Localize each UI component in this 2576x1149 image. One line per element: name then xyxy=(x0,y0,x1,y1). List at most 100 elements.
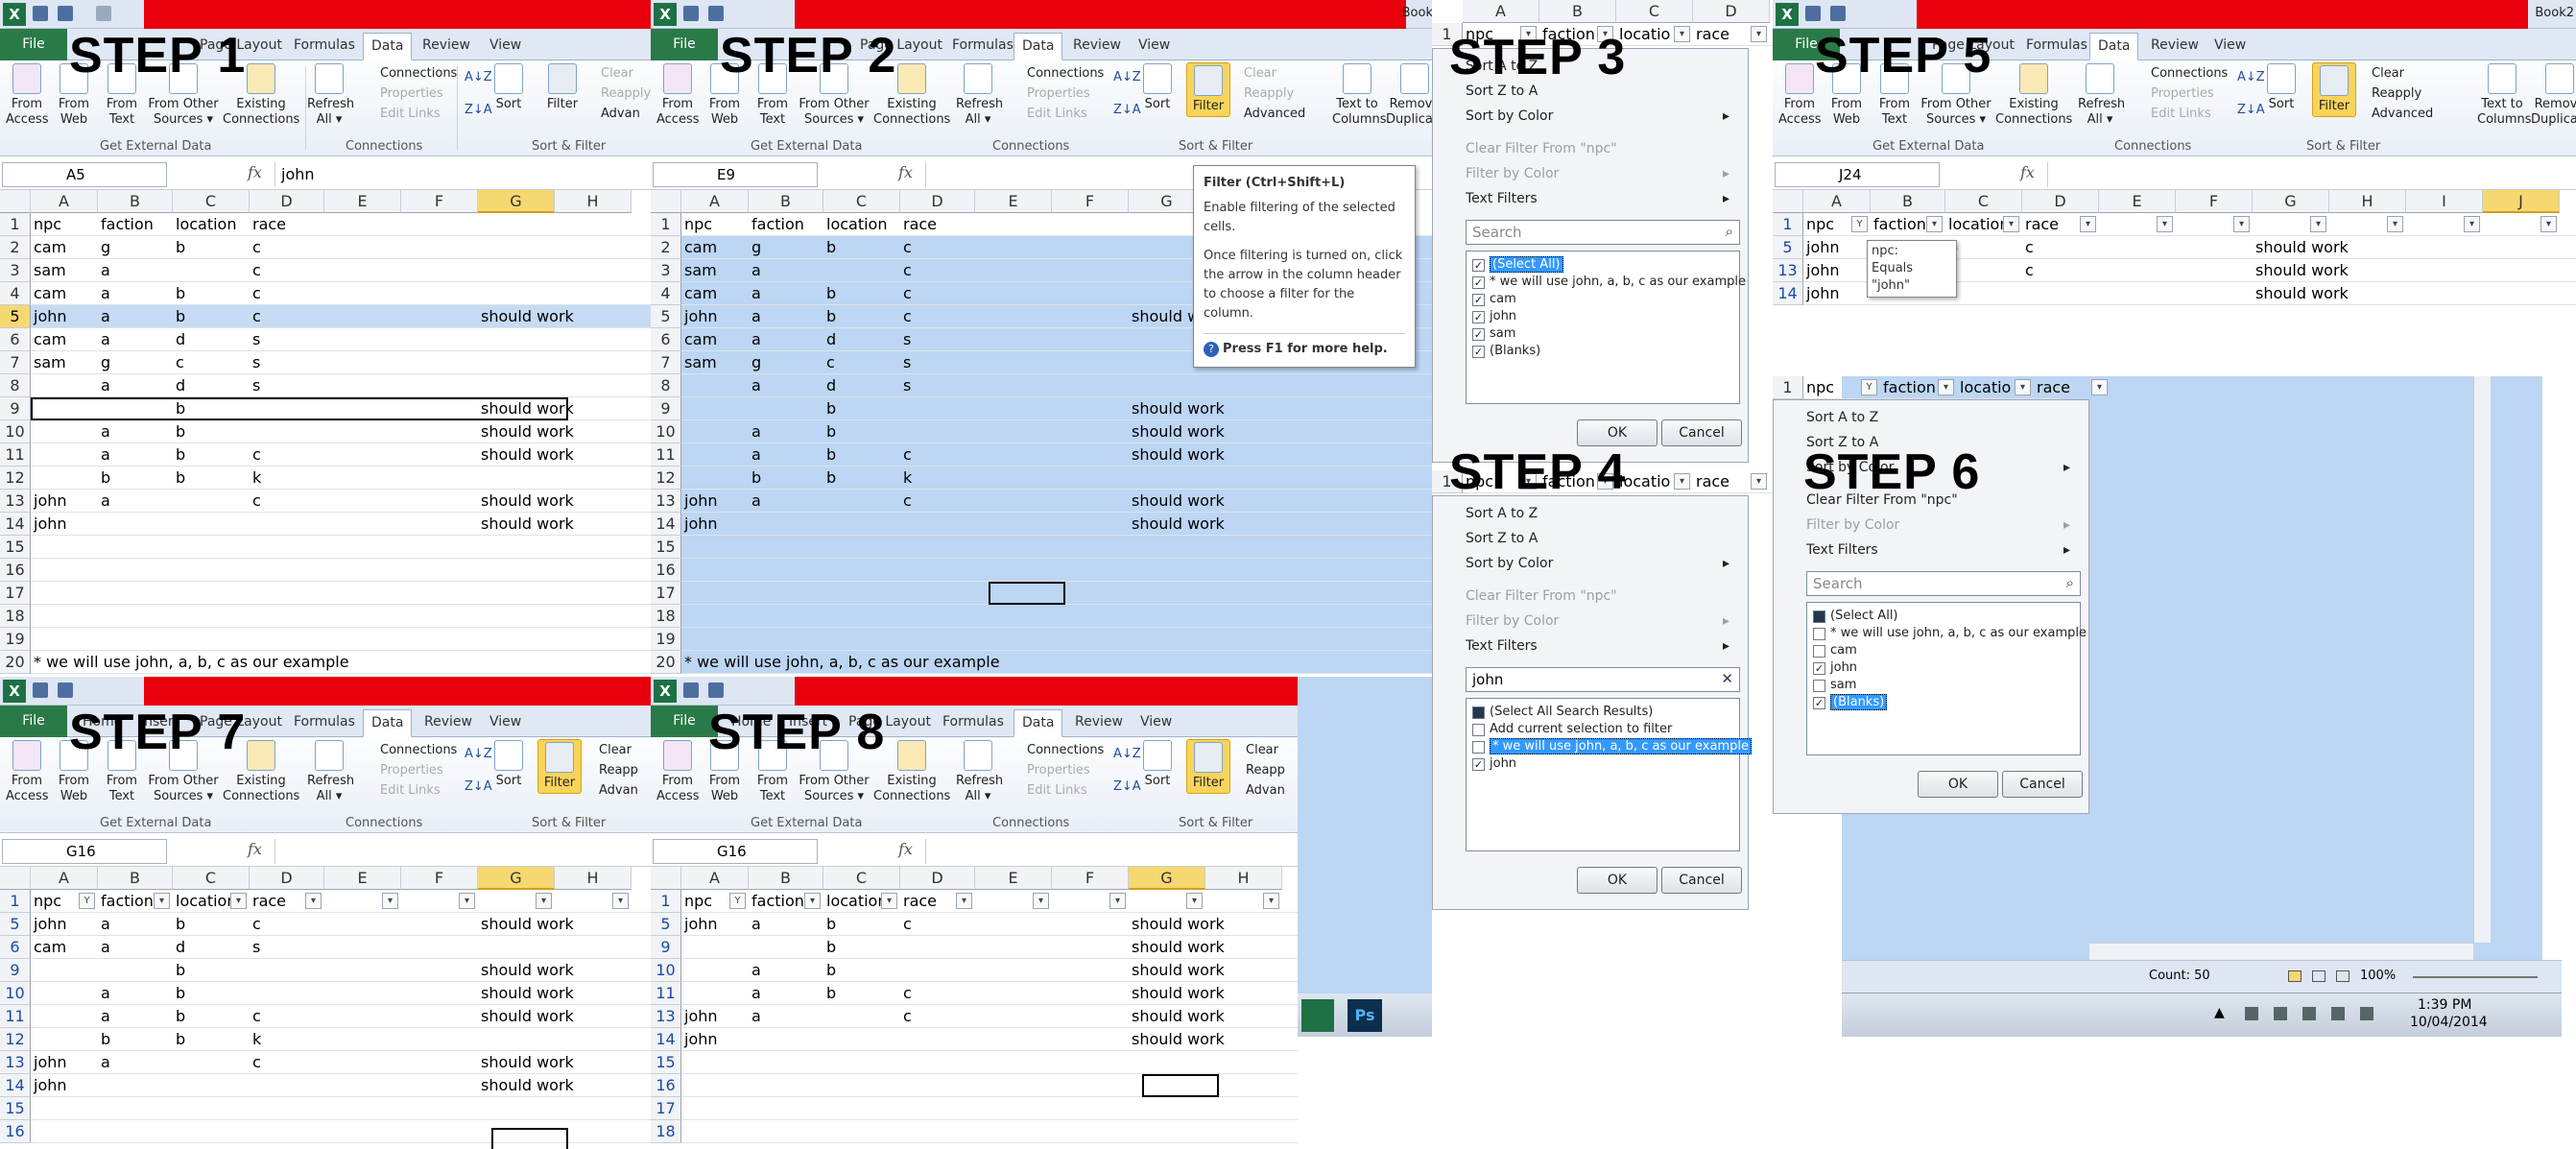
reapply-button[interactable]: Reapply xyxy=(601,86,651,101)
row-header[interactable]: 5 xyxy=(1773,236,1803,259)
row-header[interactable]: 1 xyxy=(651,890,681,913)
checkbox[interactable]: ✓ xyxy=(1472,311,1485,323)
cell-c5[interactable]: b xyxy=(823,913,836,936)
filter-by-color-item[interactable]: Filter by Color ▸ xyxy=(1806,517,2070,533)
row-header[interactable]: 16 xyxy=(0,1120,31,1143)
tab-review[interactable]: Review xyxy=(2143,33,2206,60)
worksheet-grid[interactable]: ABCDEFGH1npcfactionlocationrace2camgbc3s… xyxy=(0,190,653,677)
row-header[interactable]: 11 xyxy=(0,1005,31,1028)
checkbox[interactable]: ✓ xyxy=(1472,346,1485,358)
text-filters-item[interactable]: Text Filters ▸ xyxy=(1806,542,2070,558)
row-header[interactable]: 14 xyxy=(0,1074,31,1097)
filter-dropdown-a[interactable]: Y xyxy=(1851,216,1868,232)
row-header[interactable]: 15 xyxy=(0,536,31,559)
cell-b4[interactable]: a xyxy=(749,282,761,305)
cell-a1[interactable]: npc xyxy=(31,213,61,236)
filter-dropdown-c[interactable]: ▾ xyxy=(230,893,247,909)
filter-dropdown[interactable]: ▾ xyxy=(1674,473,1690,490)
sort-button[interactable]: Sort xyxy=(1140,63,1175,112)
cell-a6[interactable]: cam xyxy=(681,328,717,351)
tab-formulas[interactable]: Formulas xyxy=(286,709,363,737)
header-cell-faction[interactable]: faction xyxy=(1880,376,1936,399)
page-break-view-icon[interactable] xyxy=(2336,970,2349,982)
name-box[interactable]: J24 xyxy=(1775,162,1940,187)
cell-b11[interactable]: a xyxy=(98,443,110,467)
cell-b1[interactable]: faction xyxy=(749,213,804,236)
cell-d1[interactable]: race xyxy=(900,213,937,236)
formula-input[interactable] xyxy=(274,839,651,864)
cell-g11[interactable]: should work xyxy=(478,1005,574,1028)
column-header-e[interactable]: E xyxy=(975,867,1052,890)
column-header-e[interactable]: E xyxy=(975,190,1052,213)
filter-dropdown-d[interactable]: ▾ xyxy=(2080,216,2096,232)
cell-d11[interactable]: c xyxy=(900,982,912,1005)
header-cell-npc[interactable]: npc xyxy=(1803,376,1834,399)
cell-d8[interactable]: s xyxy=(250,374,260,397)
row-header[interactable]: 2 xyxy=(651,236,681,259)
cell-a1[interactable]: npc xyxy=(31,890,61,913)
filter-value-list[interactable]: ✓ (Select All) ✓ * we will use john, a, b, … xyxy=(1466,251,1746,404)
sort-button[interactable]: Sort xyxy=(2264,63,2299,112)
sort-za-button[interactable]: Z↓A xyxy=(1113,779,1141,794)
cancel-button[interactable]: Cancel xyxy=(1661,419,1742,446)
select-all-corner[interactable] xyxy=(651,190,681,213)
sort-az-button[interactable]: A↓Z xyxy=(1113,747,1141,761)
checkbox[interactable] xyxy=(1472,741,1485,754)
cell-c1[interactable]: location xyxy=(823,213,887,236)
header-cell-race[interactable]: race xyxy=(2034,376,2070,399)
save-icon[interactable] xyxy=(683,682,699,698)
cell-a14[interactable]: john xyxy=(31,513,67,536)
name-box[interactable]: G16 xyxy=(653,839,818,864)
row-header[interactable]: 19 xyxy=(651,628,681,651)
cell-c6[interactable]: d xyxy=(823,328,836,351)
from-access-button[interactable]: From Access xyxy=(656,740,700,804)
cell-a5[interactable]: john xyxy=(1803,236,1840,259)
cell-c9[interactable]: b xyxy=(823,936,836,959)
filter-dropdown-a[interactable]: Y xyxy=(79,893,95,909)
filter-dropdown-g[interactable]: ▾ xyxy=(2310,216,2326,232)
cell-d6[interactable]: s xyxy=(250,328,260,351)
tab-file[interactable]: File xyxy=(651,29,718,60)
cell-b7[interactable]: g xyxy=(749,351,761,374)
cell-b5[interactable]: a xyxy=(98,305,110,328)
cell-b10[interactable]: a xyxy=(98,982,110,1005)
cell-d1[interactable]: race xyxy=(250,213,286,236)
row-header[interactable]: 14 xyxy=(1773,282,1803,305)
cell-a13[interactable]: john xyxy=(1803,259,1840,282)
row-header[interactable]: 11 xyxy=(651,443,681,467)
cell-a3[interactable]: sam xyxy=(31,259,66,282)
cell-b13[interactable]: a xyxy=(98,1051,110,1074)
header-cell-location_short[interactable]: locatio xyxy=(1957,376,2011,399)
row-header[interactable]: 3 xyxy=(651,259,681,282)
checkbox[interactable]: ✓ xyxy=(1813,697,1825,709)
row-header[interactable]: 8 xyxy=(651,374,681,397)
cell-b4[interactable]: a xyxy=(98,282,110,305)
connections-button[interactable]: Connections xyxy=(380,743,457,757)
checkbox[interactable] xyxy=(1472,724,1485,736)
tab-formulas[interactable]: Formulas xyxy=(2018,33,2095,60)
checkbox[interactable]: ✓ xyxy=(1472,259,1485,272)
column-header-c[interactable]: C xyxy=(823,867,900,890)
row-header[interactable]: 12 xyxy=(651,467,681,490)
edit-links-button[interactable]: Edit Links xyxy=(1027,107,1087,121)
cell-a6[interactable]: cam xyxy=(31,328,66,351)
cell-c8[interactable]: d xyxy=(823,374,836,397)
search-input[interactable]: Search ⌕ xyxy=(1806,571,2081,596)
tab-file[interactable]: File xyxy=(0,706,67,737)
cell-d12[interactable]: k xyxy=(250,467,261,490)
refresh-all-button[interactable]: Refresh All ▾ xyxy=(956,740,1003,804)
cell-c11[interactable]: b xyxy=(173,1005,185,1028)
sort-za-button[interactable]: Z↓A xyxy=(465,779,492,794)
cell-c1[interactable]: location xyxy=(1945,213,2009,236)
cell-b1[interactable]: faction xyxy=(1871,213,1926,236)
cell-c10[interactable]: b xyxy=(173,420,185,443)
connections-button[interactable]: Connections xyxy=(380,66,457,81)
horizontal-scrollbar[interactable] xyxy=(2089,943,2473,960)
cell-b2[interactable]: g xyxy=(98,236,110,259)
cell-a5[interactable]: john xyxy=(681,305,718,328)
cell-b5[interactable]: a xyxy=(98,913,110,936)
cell-a1[interactable]: npc xyxy=(681,890,712,913)
cell-a13[interactable]: john xyxy=(681,490,718,513)
row-header[interactable]: 6 xyxy=(0,936,31,959)
row-header[interactable]: 13 xyxy=(1773,259,1803,282)
